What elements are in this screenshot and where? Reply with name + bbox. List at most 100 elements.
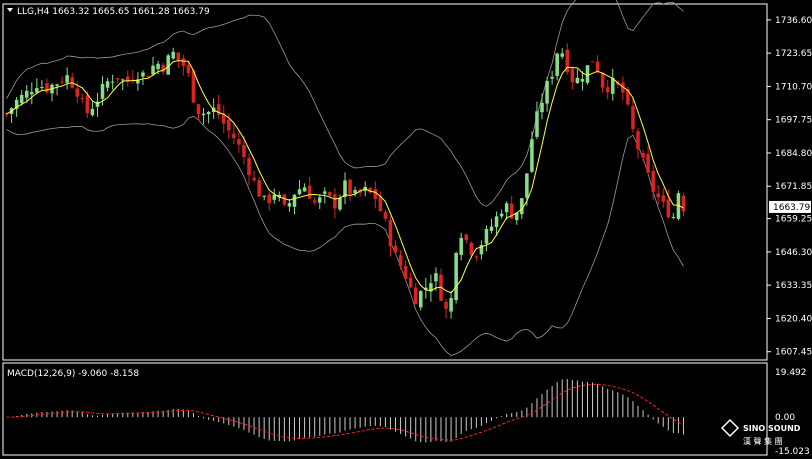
candle-body [585,65,590,83]
candle-body [449,298,453,312]
candle-body [323,191,327,194]
price-tick-label: 1633.35 [775,281,812,291]
candle-body [176,52,181,61]
candle-body [338,197,342,210]
candle-body [100,84,105,99]
candle-body [595,61,600,73]
candle-body [45,83,49,93]
candle-body [469,242,474,255]
candle-body [454,253,458,301]
price-tick-label: 1697.75 [775,116,812,126]
candle-body [328,192,332,196]
candle-body [237,139,241,145]
candle-body [282,194,287,205]
macd-header: MACD(12,26,9) -9.060 -8.158 [7,369,139,379]
candle-body [570,68,575,83]
price-chart[interactable]: 1736.60 1723.65 1710.70 1697.75 1684.80 1671.… [0,0,812,459]
candle-body [651,171,655,192]
candle-body [499,213,504,217]
current-price-label: 1663.79 [773,203,810,213]
candle-body [383,212,388,219]
candle-body [65,75,69,83]
candle-body [196,104,201,115]
candle-body [535,111,539,137]
candle-body [80,98,85,100]
symbol-header: LLG,H4 1663.32 1665.65 1661.28 1663.79 [17,7,210,17]
candle-body [24,90,29,98]
candle-body [413,287,418,305]
candle-body [575,77,580,83]
candle-body [90,108,95,116]
candle-body [545,80,549,104]
candle-body [444,301,448,309]
price-tick-label: 1620.40 [775,314,812,324]
candle-body [201,113,206,116]
candle-body [494,216,499,228]
candle-body [333,194,337,209]
candle-body [434,273,438,282]
candle-body [388,219,393,247]
candle-body [262,195,266,197]
price-tick-label: 1710.70 [775,82,812,92]
candle-body [257,180,261,197]
candle-body [75,88,80,97]
candle-body [55,84,59,86]
candle-body [232,133,236,139]
candle-body [605,87,610,93]
candle-body [560,53,564,57]
candle-body [115,78,120,80]
candle-body [540,102,544,113]
candle-body [348,179,352,194]
candle-body [227,119,231,131]
macd-tick-label: 0.00 [775,413,795,423]
candle-body [30,91,34,95]
candle-body [393,245,398,253]
candle-body [156,63,160,70]
candle-body [550,76,554,79]
price-tick-label: 1723.65 [775,49,812,59]
candle-body [656,193,660,198]
candle-body [19,95,24,104]
candle-body [186,64,191,74]
candle-body [419,291,423,308]
candle-body [580,79,585,82]
candle-body [206,112,211,115]
candle-body [530,139,534,172]
candle-body [292,194,297,207]
candle-body [141,72,145,77]
candle-body [267,194,271,203]
macd-tick-label: 19.492 [775,368,807,378]
price-tick-label: 1646.30 [775,248,812,258]
candle-body [464,234,469,241]
candle-body [636,131,640,150]
candle-body [297,189,302,195]
candle-body [40,86,44,88]
candle-body [171,51,176,59]
price-tick-label: 1659.25 [775,215,812,225]
logo-subtext: 漢 聲 集 團 [743,436,783,446]
candle-body [35,88,39,93]
candle-body [525,173,529,198]
candle-body [681,195,686,212]
candle-body [489,226,494,231]
candle-body [312,200,317,203]
candle-body [555,53,559,76]
candle-body [403,266,408,279]
candle-body [247,158,251,176]
logo-text: SINO SOUND [743,424,801,433]
candle-body [631,106,635,130]
candle-body [474,256,479,258]
candle-body [272,194,277,200]
price-tick-label: 1736.60 [775,16,812,26]
chart-background [0,0,812,459]
candle-body [252,177,256,181]
candle-body [181,58,186,66]
candle-body [398,255,403,267]
candle-body [242,145,246,158]
candle-body [120,79,125,81]
candle-body [353,190,357,194]
candle-body [373,189,378,199]
candle-body [110,81,115,83]
candle-body [520,198,524,215]
candle-body [317,197,322,203]
